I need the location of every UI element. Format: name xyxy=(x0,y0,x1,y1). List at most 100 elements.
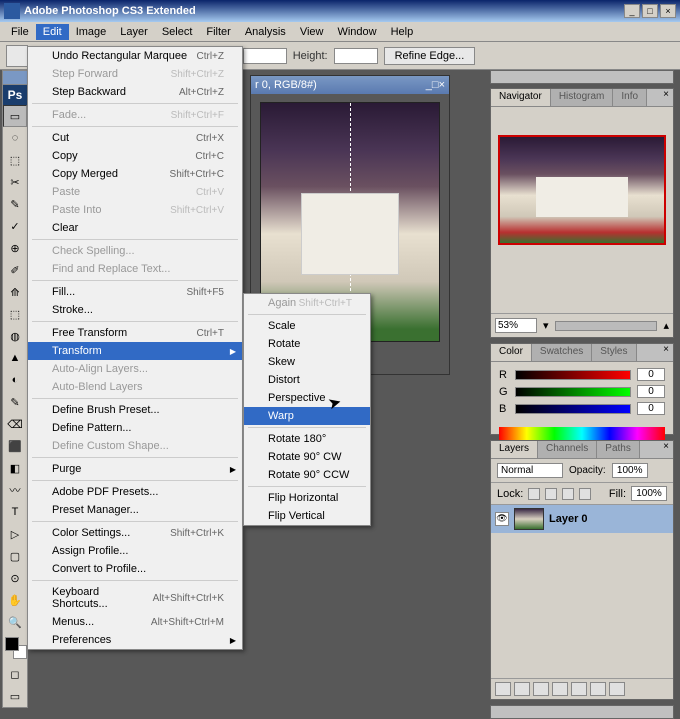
menu-item-define-pattern-[interactable]: Define Pattern... xyxy=(28,419,242,437)
menu-image[interactable]: Image xyxy=(69,24,114,40)
menu-item-rotate-90-ccw[interactable]: Rotate 90° CCW xyxy=(244,466,370,484)
menu-item-define-brush-preset-[interactable]: Define Brush Preset... xyxy=(28,401,242,419)
tab-navigator[interactable]: Navigator xyxy=(491,89,551,106)
tool-1[interactable]: ◌ xyxy=(3,127,27,149)
menu-item-undo-rectangular-marquee[interactable]: Undo Rectangular MarqueeCtrl+Z xyxy=(28,47,242,65)
menu-item-purge[interactable]: Purge▶ xyxy=(28,460,242,478)
menu-item-transform[interactable]: Transform▶ xyxy=(28,342,242,360)
tool-10[interactable]: ◍ xyxy=(3,325,27,347)
b-slider[interactable] xyxy=(515,404,631,414)
navigator-thumbnail[interactable] xyxy=(498,135,666,245)
link-layers-icon[interactable] xyxy=(495,682,511,696)
menu-file[interactable]: File xyxy=(4,24,36,40)
menu-view[interactable]: View xyxy=(293,24,331,40)
tab-channels[interactable]: Channels xyxy=(538,441,597,458)
menu-item-rotate-90-cw[interactable]: Rotate 90° CW xyxy=(244,448,370,466)
zoom-value[interactable]: 53% xyxy=(495,318,537,333)
layer-style-icon[interactable] xyxy=(514,682,530,696)
adjustment-layer-icon[interactable] xyxy=(552,682,568,696)
blend-mode-select[interactable]: Normal xyxy=(497,463,563,478)
screenmode-icon[interactable]: ▭ xyxy=(3,685,27,707)
menu-item-preferences[interactable]: Preferences▶ xyxy=(28,631,242,649)
document-titlebar[interactable]: r 0, RGB/8#) _ □ × xyxy=(251,76,449,94)
menu-item-scale[interactable]: Scale xyxy=(244,317,370,335)
zoom-in-icon[interactable]: ▴ xyxy=(663,319,669,332)
close-button[interactable]: × xyxy=(660,4,676,18)
menu-item-color-settings-[interactable]: Color Settings...Shift+Ctrl+K xyxy=(28,524,242,542)
menu-item-flip-vertical[interactable]: Flip Vertical xyxy=(244,507,370,525)
tool-3[interactable]: ✂ xyxy=(3,171,27,193)
panel-collapsed-top[interactable] xyxy=(490,70,674,84)
b-value[interactable]: 0 xyxy=(637,402,665,415)
menu-item-distort[interactable]: Distort xyxy=(244,371,370,389)
menu-item-adobe-pdf-presets-[interactable]: Adobe PDF Presets... xyxy=(28,483,242,501)
doc-maximize-icon[interactable]: □ xyxy=(432,79,439,91)
menu-item-menus-[interactable]: Menus...Alt+Shift+Ctrl+M xyxy=(28,613,242,631)
tool-18[interactable]: T xyxy=(3,501,27,523)
g-slider[interactable] xyxy=(515,387,631,397)
lock-all-icon[interactable] xyxy=(579,488,591,500)
fill-value[interactable]: 100% xyxy=(631,486,667,501)
layer-mask-icon[interactable] xyxy=(533,682,549,696)
panel-close-icon[interactable]: × xyxy=(659,441,673,458)
tool-7[interactable]: ✐ xyxy=(3,259,27,281)
quickmask-icon[interactable]: ◻ xyxy=(3,663,27,685)
tool-8[interactable]: ⟰ xyxy=(3,281,27,303)
g-value[interactable]: 0 xyxy=(637,385,665,398)
menu-item-stroke-[interactable]: Stroke... xyxy=(28,301,242,319)
menu-window[interactable]: Window xyxy=(330,24,383,40)
menu-layer[interactable]: Layer xyxy=(113,24,155,40)
lock-pixels-icon[interactable] xyxy=(545,488,557,500)
menu-item-copy-merged[interactable]: Copy MergedShift+Ctrl+C xyxy=(28,165,242,183)
tab-layers[interactable]: Layers xyxy=(491,441,538,458)
menu-item-rotate[interactable]: Rotate xyxy=(244,335,370,353)
tool-12[interactable]: ◐ xyxy=(3,369,27,391)
opacity-value[interactable]: 100% xyxy=(612,463,648,478)
menu-item-flip-horizontal[interactable]: Flip Horizontal xyxy=(244,489,370,507)
menu-item-cut[interactable]: CutCtrl+X xyxy=(28,129,242,147)
panel-collapsed-bottom[interactable] xyxy=(490,705,674,719)
tool-20[interactable]: ▢ xyxy=(3,545,27,567)
maximize-button[interactable]: □ xyxy=(642,4,658,18)
tool-16[interactable]: ◧ xyxy=(3,457,27,479)
menu-item-perspective[interactable]: Perspective xyxy=(244,389,370,407)
color-spectrum[interactable] xyxy=(499,427,665,441)
tool-2[interactable]: ⬚ xyxy=(3,149,27,171)
toolbox-header[interactable] xyxy=(3,71,27,85)
panel-close-icon[interactable]: × xyxy=(659,344,673,361)
menu-item-copy[interactable]: CopyCtrl+C xyxy=(28,147,242,165)
tool-0[interactable]: ▭ xyxy=(3,105,27,127)
menu-item-assign-profile-[interactable]: Assign Profile... xyxy=(28,542,242,560)
tool-19[interactable]: ▷ xyxy=(3,523,27,545)
new-layer-icon[interactable] xyxy=(590,682,606,696)
layer-row[interactable]: 👁 Layer 0 xyxy=(491,505,673,533)
minimize-button[interactable]: _ xyxy=(624,4,640,18)
tool-9[interactable]: ⬚ xyxy=(3,303,27,325)
menu-help[interactable]: Help xyxy=(384,24,421,40)
foreground-color[interactable] xyxy=(5,637,19,651)
tool-14[interactable]: ⌫ xyxy=(3,413,27,435)
lock-position-icon[interactable] xyxy=(562,488,574,500)
tab-histogram[interactable]: Histogram xyxy=(551,89,614,106)
tab-color[interactable]: Color xyxy=(491,344,532,361)
tab-info[interactable]: Info xyxy=(613,89,647,106)
menu-item-keyboard-shortcuts-[interactable]: Keyboard Shortcuts...Alt+Shift+Ctrl+K xyxy=(28,583,242,613)
tool-21[interactable]: ⊙ xyxy=(3,567,27,589)
tool-6[interactable]: ⊕ xyxy=(3,237,27,259)
menu-item-clear[interactable]: Clear xyxy=(28,219,242,237)
tool-4[interactable]: ✎ xyxy=(3,193,27,215)
color-swatches[interactable] xyxy=(5,637,27,659)
panel-close-icon[interactable]: × xyxy=(659,89,673,106)
menu-item-fill-[interactable]: Fill...Shift+F5 xyxy=(28,283,242,301)
lock-transparency-icon[interactable] xyxy=(528,488,540,500)
menu-item-rotate-180-[interactable]: Rotate 180° xyxy=(244,430,370,448)
delete-layer-icon[interactable] xyxy=(609,682,625,696)
marquee-tool-icon[interactable] xyxy=(6,45,28,67)
tool-5[interactable]: ✓ xyxy=(3,215,27,237)
menu-select[interactable]: Select xyxy=(155,24,200,40)
menu-analysis[interactable]: Analysis xyxy=(238,24,293,40)
tool-11[interactable]: ▲ xyxy=(3,347,27,369)
refine-edge-button[interactable]: Refine Edge... xyxy=(384,47,476,65)
tab-styles[interactable]: Styles xyxy=(592,344,636,361)
tool-22[interactable]: ✋ xyxy=(3,589,27,611)
